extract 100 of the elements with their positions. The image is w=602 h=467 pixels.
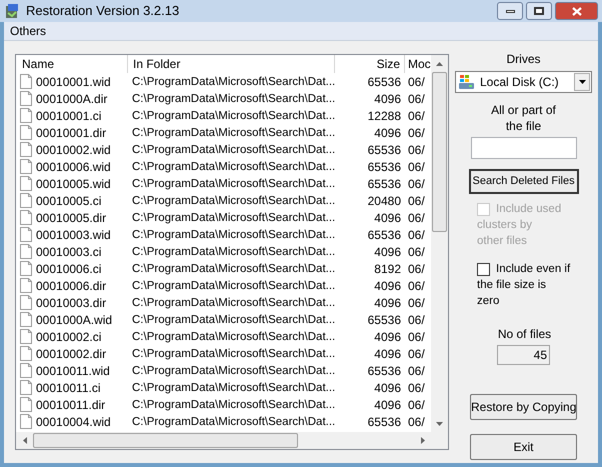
folder-path: C:\ProgramData\Microsoft\Search\Dat...: [132, 160, 336, 173]
maximize-icon[interactable]: [534, 7, 544, 15]
folder-path: C:\ProgramData\Microsoft\Search\Dat...: [132, 382, 336, 394]
file-name: 0001000A.wid: [36, 312, 112, 328]
folder-path: C:\ProgramData\Microsoft\Search\Dat...: [132, 126, 336, 139]
modified-date: 06/: [408, 74, 425, 88]
modified-date: 06/: [408, 108, 425, 122]
file-name: 00010003.dir: [36, 294, 106, 312]
folder-path: C:\ProgramData\Microsoft\Search\Dat...: [132, 110, 336, 122]
modified-date: 06/: [408, 92, 425, 106]
close-icon[interactable]: [572, 6, 582, 16]
file-icon: [20, 397, 32, 412]
drive-icon: [458, 74, 475, 90]
modified-date: 06/: [408, 142, 425, 156]
file-name: 0001000A.dir: [36, 90, 108, 108]
file-size: 4096: [374, 278, 401, 292]
file-size: 4096: [374, 126, 401, 140]
file-name: 00010006.wid: [36, 158, 111, 176]
file-size: 4096: [374, 296, 401, 310]
drives-label: Drives: [506, 51, 540, 68]
file-size: 8192: [374, 262, 401, 276]
file-name: 00010011.wid: [36, 362, 110, 380]
scroll-thumb[interactable]: [33, 433, 298, 448]
modified-date: 06/: [408, 278, 425, 292]
checkbox-label: Include even if: [496, 262, 570, 277]
folder-path: C:\ProgramData\Microsoft\Search\Dat...: [132, 144, 336, 156]
modified-date: 06/: [408, 228, 425, 242]
modified-date: 06/: [408, 364, 425, 378]
file-icon: [20, 108, 32, 123]
file-icon: [20, 244, 32, 259]
folder-path: C:\ProgramData\Microsoft\Search\Dat...: [132, 314, 336, 326]
file-name: 00010003.wid: [36, 226, 111, 244]
file-name: 00010004.wid: [36, 414, 111, 430]
checkbox[interactable]: [477, 262, 490, 276]
menu-item[interactable]: Others: [10, 22, 46, 40]
window-title: Restoration Version 3.2.13: [26, 2, 180, 20]
folder-path: C:\ProgramData\Microsoft\Search\Dat...: [132, 330, 336, 343]
minimize-icon[interactable]: [506, 10, 514, 12]
file-count-field: 45: [497, 345, 550, 365]
exit-button[interactable]: Exit: [470, 434, 577, 460]
search-button[interactable]: Search Deleted Files: [468, 169, 578, 194]
modified-date: 06/: [408, 330, 425, 344]
file-icon: [20, 414, 32, 429]
file-name-field[interactable]: [470, 137, 576, 159]
modified-date: 06/: [408, 346, 425, 360]
file-size: 4096: [374, 346, 401, 360]
modified-date: 06/: [408, 210, 425, 224]
file-name: 00010006.dir: [36, 278, 106, 294]
file-size: 65536: [368, 312, 401, 326]
vertical-scrollbar[interactable]: [431, 55, 448, 432]
file-filter-label: All or part of the file: [491, 102, 556, 134]
file-name: 00010002.wid: [36, 142, 111, 158]
file-size: 65536: [368, 364, 401, 378]
horizontal-scrollbar[interactable]: [16, 432, 448, 449]
file-icon: [20, 227, 32, 242]
file-icon: [20, 125, 32, 140]
file-name: 00010006.ci: [36, 260, 102, 278]
file-icon: [20, 91, 32, 106]
modified-date: 06/: [408, 296, 425, 310]
folder-path: C:\ProgramData\Microsoft\Search\Dat...: [132, 76, 336, 88]
checkbox-label: clusters by other files: [477, 218, 533, 249]
file-size: 65536: [368, 160, 401, 174]
drive-dropdown[interactable]: Local Disk (C:): [455, 71, 592, 93]
modified-date: 06/: [408, 262, 425, 276]
modified-date: 06/: [408, 380, 425, 394]
folder-path: C:\ProgramData\Microsoft\Search\Dat...: [132, 246, 336, 258]
file-icon: [20, 193, 32, 208]
folder-path: C:\ProgramData\Microsoft\Search\Dat...: [132, 416, 336, 428]
close-button[interactable]: [555, 2, 598, 20]
modified-date: 06/: [408, 194, 425, 208]
folder-path: C:\ProgramData\Microsoft\Search\Dat...: [132, 212, 336, 224]
modified-date: 06/: [408, 126, 425, 140]
column-header[interactable]: In Folder: [128, 55, 335, 73]
file-size: 4096: [374, 330, 401, 344]
modified-date: 06/: [408, 414, 425, 428]
folder-path: C:\ProgramData\Microsoft\Search\Dat...: [132, 348, 336, 360]
folder-path: C:\ProgramData\Microsoft\Search\Dat...: [132, 194, 336, 207]
file-size: 4096: [374, 244, 401, 258]
file-icon: [20, 295, 32, 310]
modified-date: 06/: [408, 312, 425, 326]
file-name: 00010001.wid: [36, 74, 111, 90]
folder-path: C:\ProgramData\Microsoft\Search\Dat...: [132, 178, 336, 190]
file-name: 00010005.dir: [36, 210, 106, 226]
column-header[interactable]: Size: [335, 55, 405, 73]
file-icon: [20, 159, 32, 174]
modified-date: 06/: [408, 244, 425, 258]
maximize-button[interactable]: [526, 2, 552, 20]
file-icon: [20, 74, 32, 89]
file-name: 00010011.dir: [36, 396, 106, 414]
minimize-button[interactable]: [497, 2, 523, 20]
folder-path: C:\ProgramData\Microsoft\Search\Dat...: [132, 398, 336, 411]
scroll-thumb[interactable]: [432, 72, 447, 232]
file-icon: [20, 346, 32, 361]
app-icon: [4, 3, 20, 19]
restore-button[interactable]: Restore by Copying: [470, 394, 577, 420]
file-size: 65536: [368, 74, 401, 88]
file-size: 4096: [374, 380, 401, 394]
modified-date: 06/: [408, 398, 425, 412]
file-name: 00010002.dir: [36, 346, 106, 362]
file-count-label: No of files: [498, 326, 552, 343]
